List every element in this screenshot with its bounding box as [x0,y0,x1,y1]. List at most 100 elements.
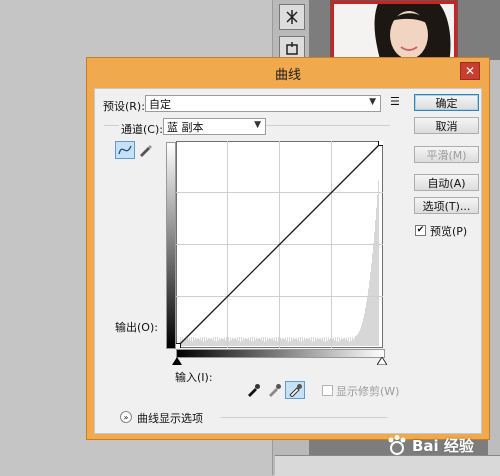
show-clipping-checkbox[interactable] [322,385,333,396]
histogram-bar [370,272,371,346]
histogram-bar [233,338,234,346]
ok-button[interactable]: 确定 [414,94,479,111]
histogram-bar [212,339,213,346]
expand-options-button[interactable]: » [120,411,132,423]
input-gradient-bar [176,349,385,358]
histogram-bar [311,337,312,346]
histogram-bar [377,194,378,346]
histogram-bar [287,337,288,346]
options-button[interactable]: 选项(T)... [414,197,479,214]
paw-logo-icon [388,435,406,455]
preset-select[interactable]: 自定 ▼ [145,95,381,112]
histogram-bar [252,337,253,346]
histogram-bar [203,341,204,346]
histogram-bar [237,337,238,346]
histogram-bar [306,338,307,346]
histogram-bar [367,295,368,346]
histogram-bar [300,337,301,346]
channel-label: 通道(C): [119,121,165,137]
histogram-bar [363,318,364,346]
histogram-bar [275,341,276,346]
histogram-bar [219,337,220,346]
histogram-bar [316,339,317,346]
histogram-bar [356,335,357,346]
histogram-bar [336,341,337,346]
histogram-bar [197,338,198,346]
histogram-bar [248,337,249,346]
curve-graph[interactable] [176,141,383,348]
curve-point-black[interactable] [176,343,181,349]
histogram-bar [186,338,187,346]
channel-select[interactable]: 蓝 副本 ▼ [163,118,266,135]
histogram-bar [334,340,335,346]
histogram-bar [241,337,242,346]
show-clipping-label: 显示修剪(W) [336,385,400,398]
black-eyedropper-button[interactable] [243,381,263,399]
histogram-bar [207,339,208,346]
histogram-bar [240,341,241,346]
histogram-bar [235,337,236,346]
pencil-tool-button[interactable] [135,141,155,159]
histogram-bar [218,340,219,346]
histogram-bar [234,338,235,346]
histogram-bar [271,338,272,346]
white-point-slider-icon[interactable] [377,357,387,365]
auto-button[interactable]: 自动(A) [414,174,479,191]
histogram-bar [225,340,226,346]
histogram-bar [349,341,350,346]
histogram-bar [253,341,254,346]
histogram-bar [266,340,267,346]
white-eyedropper-button[interactable] [285,381,305,399]
dialog-client: 预设(R): 自定 ▼ ☰ 确定 取消 平滑(M) 自动(A) 选项(T)...… [94,88,482,434]
preview-label: 预览(P) [430,225,468,238]
cancel-button[interactable]: 取消 [414,117,479,134]
black-point-slider-icon[interactable] [172,357,182,365]
histogram-bar [308,339,309,346]
histogram-bar [313,337,314,346]
smooth-button-label: 平滑(M) [426,148,467,162]
histogram-bar [364,313,365,346]
histogram-bar [360,328,361,346]
histogram-bar [215,337,216,346]
histogram-bar [193,337,194,346]
gray-eyedropper-button[interactable] [264,381,284,399]
histogram-bar [299,340,300,346]
smooth-button[interactable]: 平滑(M) [414,146,479,163]
histogram-bar [226,337,227,346]
histogram-bar [346,337,347,346]
histogram-bar [268,339,269,346]
histogram-bar [362,322,363,346]
curves-dialog: 曲线 ✕ 预设(R): 自定 ▼ ☰ 确定 取消 平滑(M) 自动(A) 选项(… [86,57,490,440]
curve-point-tool-button[interactable] [115,141,135,159]
curve-point-white[interactable] [378,141,384,146]
histogram-bar [327,340,328,346]
dialog-titlebar[interactable]: 曲线 [87,58,489,88]
cancel-button-label: 取消 [435,119,458,133]
gray-eyedropper-icon [269,384,281,397]
white-eyedropper-icon [289,384,302,397]
histogram-bar [277,341,278,346]
close-button[interactable]: ✕ [460,62,480,80]
histogram-bar [273,339,274,346]
histogram-bar [301,341,302,346]
preset-menu-icon[interactable]: ☰ [390,95,400,108]
histogram-bar [318,338,319,346]
histogram-bar [283,338,284,346]
histogram-bar [198,338,199,346]
histogram-bar [286,340,287,346]
tool-button[interactable] [279,4,305,30]
histogram-bar [188,340,189,346]
histogram-bar [208,337,209,346]
preview-checkbox[interactable]: ✔ [415,225,426,236]
histogram-bar [303,340,304,346]
preset-value: 自定 [149,97,171,111]
histogram-bar [239,337,240,346]
histogram-bar [294,338,295,346]
histogram-bar [314,341,315,346]
histogram-bar [272,337,273,346]
histogram-bar [328,337,329,346]
histogram-bar [330,338,331,346]
histogram-bar [326,337,327,346]
histogram-bar [260,339,261,346]
histogram-bar [295,338,296,346]
